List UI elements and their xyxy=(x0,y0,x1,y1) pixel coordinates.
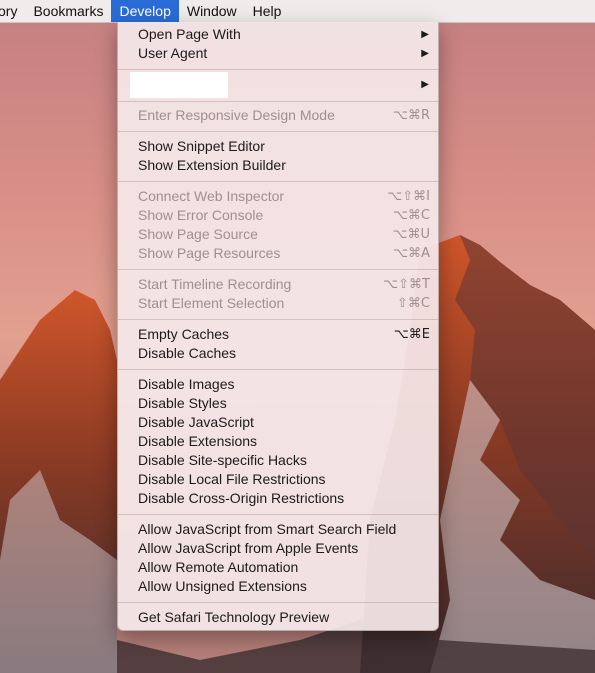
menu-item-allow-remote-automation[interactable]: Allow Remote Automation xyxy=(118,558,440,577)
submenu-arrow-icon: ▶ xyxy=(421,48,429,59)
menu-item-label: Disable Extensions xyxy=(138,433,258,449)
menubar-bookmarks[interactable]: Bookmarks xyxy=(25,0,111,22)
menu-item-label: Start Timeline Recording xyxy=(138,276,292,292)
menu-item-shortcut: ⌥⌘R xyxy=(392,108,430,123)
menu-item-label: Show Page Source xyxy=(138,226,258,242)
menu-item-allow-js-smart-search[interactable]: Allow JavaScript from Smart Search Field xyxy=(118,520,440,539)
menu-item-label: Show Error Console xyxy=(138,207,264,223)
menu-item-safari-tech-preview[interactable]: Get Safari Technology Preview xyxy=(118,608,440,627)
menu-separator xyxy=(118,602,438,603)
menu-item-page-resources: Show Page Resources ⌥⌘A xyxy=(118,244,440,263)
menubar-history[interactable]: ory xyxy=(0,0,25,22)
menu-item-shortcut: ⌥⌘E xyxy=(393,327,430,342)
menu-item-label: Get Safari Technology Preview xyxy=(138,609,330,625)
menu-item-disable-extensions[interactable]: Disable Extensions xyxy=(118,432,440,451)
menu-item-shortcut: ⇧⌘C xyxy=(397,296,430,311)
menu-item-label: Empty Caches xyxy=(138,326,230,342)
menu-item-device-submenu[interactable]: ▶ xyxy=(118,75,440,94)
menu-item-label: Show Page Resources xyxy=(138,245,281,261)
menu-item-open-page-with[interactable]: Open Page With ▶ xyxy=(118,25,440,44)
menu-item-label: Enter Responsive Design Mode xyxy=(138,107,335,123)
menu-separator xyxy=(118,131,438,132)
submenu-arrow-icon: ▶ xyxy=(421,29,429,40)
menu-item-label: Open Page With xyxy=(138,26,241,42)
menu-item-disable-cross-origin[interactable]: Disable Cross-Origin Restrictions xyxy=(118,489,440,508)
menu-item-label: Disable Caches xyxy=(138,345,237,361)
menu-item-snippet-editor[interactable]: Show Snippet Editor xyxy=(118,137,440,156)
menu-item-label: Show Extension Builder xyxy=(138,157,286,173)
menu-item-shortcut: ⌥⌘U xyxy=(392,227,431,242)
menu-item-disable-styles[interactable]: Disable Styles xyxy=(118,394,440,413)
menu-item-disable-images[interactable]: Disable Images xyxy=(118,375,440,394)
menu-item-label: Disable Local File Restrictions xyxy=(138,471,326,487)
menu-separator xyxy=(118,69,438,70)
menu-item-label: Allow JavaScript from Apple Events xyxy=(138,540,359,556)
menu-item-label: Disable JavaScript xyxy=(138,414,254,430)
menu-item-label: Allow Unsigned Extensions xyxy=(138,578,307,594)
menubar-develop[interactable]: Develop xyxy=(111,0,179,22)
menu-item-disable-local-file[interactable]: Disable Local File Restrictions xyxy=(118,470,440,489)
menu-item-shortcut: ⌥⇧⌘T xyxy=(383,277,430,292)
menu-item-label: User Agent xyxy=(138,45,208,61)
menu-item-shortcut: ⌥⌘A xyxy=(393,246,430,261)
menu-item-page-source: Show Page Source ⌥⌘U xyxy=(118,225,440,244)
menu-item-error-console: Show Error Console ⌥⌘C xyxy=(118,206,440,225)
menu-item-connect-web-inspector: Connect Web Inspector ⌥⇧⌘I xyxy=(118,187,440,206)
menu-item-disable-caches[interactable]: Disable Caches xyxy=(118,344,440,363)
menu-separator xyxy=(118,514,438,515)
menu-item-shortcut: ⌥⇧⌘I xyxy=(387,189,430,204)
menu-separator xyxy=(118,369,438,370)
menu-item-empty-caches[interactable]: Empty Caches ⌥⌘E xyxy=(118,325,440,344)
menu-item-label: Disable Styles xyxy=(138,395,227,411)
menu-item-label: Start Element Selection xyxy=(138,295,285,311)
menu-item-disable-javascript[interactable]: Disable JavaScript xyxy=(118,413,440,432)
menu-item-allow-unsigned-extensions[interactable]: Allow Unsigned Extensions xyxy=(118,577,440,596)
menu-item-label: Allow JavaScript from Smart Search Field xyxy=(138,521,397,537)
menu-bar: ory Bookmarks Develop Window Help xyxy=(0,0,595,23)
submenu-arrow-icon: ▶ xyxy=(421,79,429,90)
menu-separator xyxy=(118,181,438,182)
menu-item-user-agent[interactable]: User Agent ▶ xyxy=(118,44,440,63)
menu-separator xyxy=(118,319,438,320)
menu-item-extension-builder[interactable]: Show Extension Builder xyxy=(118,156,440,175)
menubar-window[interactable]: Window xyxy=(179,0,245,22)
menu-item-responsive-design-mode: Enter Responsive Design Mode ⌥⌘R xyxy=(118,106,440,125)
menu-item-label: Show Snippet Editor xyxy=(138,138,265,154)
menu-item-label: Disable Cross-Origin Restrictions xyxy=(138,490,345,506)
menubar-help[interactable]: Help xyxy=(245,0,290,22)
menu-separator xyxy=(118,101,438,102)
develop-menu: Open Page With ▶ User Agent ▶ ▶ Enter Re… xyxy=(117,22,439,631)
menu-item-timeline-recording: Start Timeline Recording ⌥⇧⌘T xyxy=(118,275,440,294)
menu-item-label: Disable Images xyxy=(138,376,235,392)
menu-item-label: Allow Remote Automation xyxy=(138,559,299,575)
menu-item-label: Disable Site-specific Hacks xyxy=(138,452,307,468)
menu-item-disable-site-hacks[interactable]: Disable Site-specific Hacks xyxy=(118,451,440,470)
menu-separator xyxy=(118,269,438,270)
menu-item-shortcut: ⌥⌘C xyxy=(392,208,430,223)
menu-item-label: Connect Web Inspector xyxy=(138,188,285,204)
menu-item-element-selection: Start Element Selection ⇧⌘C xyxy=(118,294,440,313)
menu-item-allow-js-apple-events[interactable]: Allow JavaScript from Apple Events xyxy=(118,539,440,558)
